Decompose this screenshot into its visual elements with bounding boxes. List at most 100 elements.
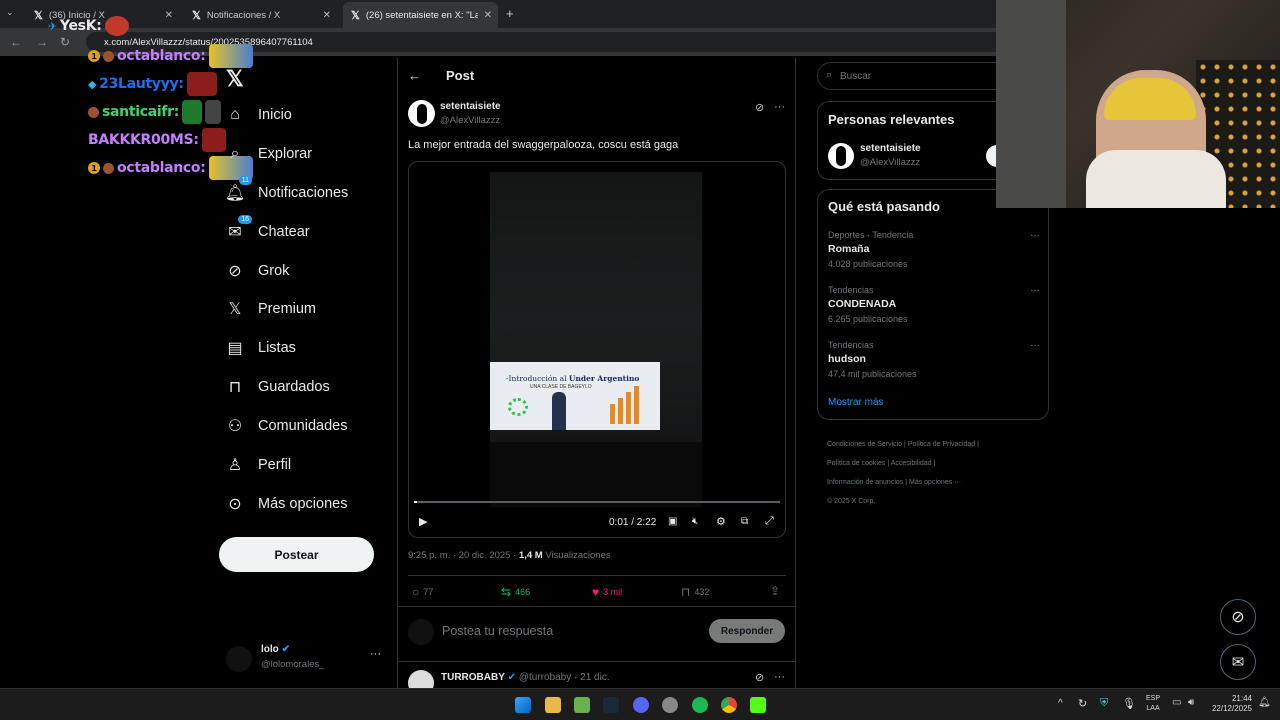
file-explorer-icon[interactable]	[545, 697, 561, 713]
reply-count: 77	[423, 587, 434, 597]
grok-icon[interactable]: ⊘	[755, 671, 764, 684]
messages-floating-button[interactable]: ✉	[1220, 644, 1256, 680]
webcam-overlay	[996, 0, 1280, 208]
person-handle[interactable]: @AlexVillazzz	[860, 157, 920, 168]
divider	[408, 575, 786, 576]
trend-category: Tendencias	[828, 285, 874, 295]
like-button[interactable]: ♥ 3 mil	[592, 585, 622, 599]
language-indicator[interactable]: ESP LAA	[1146, 694, 1160, 714]
mute-icon[interactable]: 🔇︎	[692, 516, 698, 527]
windows-start-icon[interactable]	[515, 697, 531, 713]
reply-submit-button[interactable]: Responder	[709, 619, 785, 643]
post-button[interactable]: Postear	[219, 537, 374, 572]
cube-badge-icon: ◆	[88, 77, 97, 91]
trend-item[interactable]: Deportes · Tendencia Romaña 4.028 publicac…	[828, 230, 1040, 269]
account-switcher[interactable]: lolo ✔ @lolomorales_ ···	[226, 644, 386, 680]
copyright: © 2025 X Corp.	[827, 498, 876, 505]
reply-input[interactable]: Postea tu respuesta	[442, 624, 553, 638]
nav-item-grok[interactable]: ⊘ Grok	[226, 262, 289, 280]
footer-link[interactable]: Información de anuncios	[827, 479, 903, 486]
grok-icon[interactable]: ⊘	[755, 101, 764, 114]
repost-button[interactable]: ⇆ 466	[501, 585, 530, 599]
nav-item-más-opciones[interactable]: ⊙ Más opciones	[226, 495, 347, 513]
more-dots-icon[interactable]: ···	[774, 671, 785, 683]
avatar-badge-icon	[103, 162, 114, 174]
nav-item-chatear[interactable]: ✉ 16 Chatear	[226, 215, 310, 241]
back-arrow-icon[interactable]: ←	[408, 68, 421, 83]
picture-in-picture-icon[interactable]: ⧉	[741, 516, 748, 527]
more-dots-icon[interactable]: ···	[1030, 340, 1040, 351]
nav-item-notificaciones[interactable]: 🔔︎ 11 Notificaciones	[225, 176, 349, 202]
home-icon: ⌂	[230, 106, 240, 123]
new-tab-button[interactable]: +	[506, 6, 514, 21]
volume-icon[interactable]: 🔊︎	[1188, 697, 1194, 708]
browser-tab-active[interactable]: 𝕏 (26) setentaisiete en X: "La mejo ✕	[343, 2, 498, 28]
discord-icon[interactable]	[633, 697, 649, 713]
nav-item-comunidades[interactable]: ⚇ Comunidades	[226, 417, 348, 435]
more-dots-icon[interactable]: ···	[774, 101, 785, 113]
grok-floating-button[interactable]: ⊘	[1220, 599, 1256, 635]
settings-gear-icon[interactable]: ⚙	[716, 515, 726, 528]
close-icon[interactable]: ✕	[323, 10, 331, 21]
nav-item-listas[interactable]: ▤ Listas	[226, 339, 295, 357]
car-emote-icon	[208, 44, 253, 68]
fullscreen-icon[interactable]: ⤢	[765, 515, 774, 528]
nav-item-explorar[interactable]: ⌕ Explorar	[226, 145, 312, 163]
trend-item[interactable]: Tendencias hudson 47,4 mil publicaciones ··…	[828, 340, 1040, 379]
nav-item-perfil[interactable]: ♙ Perfil	[226, 456, 291, 474]
bookmark-button[interactable]: ⊓ 432	[681, 585, 709, 599]
spotify-icon[interactable]	[692, 697, 708, 713]
nav-item-label: Notificaciones	[258, 185, 349, 201]
reply-author-name[interactable]: TURROBABY	[441, 672, 505, 683]
nav-item-guardados[interactable]: ⊓ Guardados	[226, 378, 330, 396]
avatar[interactable]	[828, 143, 854, 169]
footer-link[interactable]: Política de cookies	[827, 460, 885, 467]
reply-button[interactable]: ○ 77	[412, 585, 433, 599]
tab-list-chevron-icon[interactable]: ⌄	[6, 7, 14, 18]
back-arrow-icon[interactable]: ←	[10, 35, 22, 49]
trend-item[interactable]: Tendencias CONDENADA 6.265 publicaciones ··…	[828, 285, 1040, 324]
footer-link[interactable]: Condiciones de Servicio	[827, 441, 902, 448]
captions-icon[interactable]: ▣	[668, 516, 677, 527]
chat-message: 1 octablanco:	[88, 44, 253, 68]
author-name[interactable]: setentaisiete	[440, 101, 501, 112]
video-progress-track[interactable]	[414, 501, 780, 503]
shield-icon[interactable]: ⛨	[1100, 697, 1108, 710]
kick-icon[interactable]	[750, 697, 766, 713]
video-player[interactable]: -Introducción al Under Argentino UNA CLA…	[408, 161, 786, 538]
chevron-up-icon[interactable]: ^	[1058, 698, 1063, 709]
close-icon[interactable]: ✕	[484, 10, 492, 21]
clock[interactable]: 21:44 22/12/2025	[1206, 694, 1252, 714]
app-icon[interactable]	[574, 697, 590, 713]
x-home-logo[interactable]: 𝕏	[226, 66, 244, 92]
more-dots-icon[interactable]: ···	[1030, 285, 1040, 296]
video-progress-fill	[414, 501, 417, 503]
sync-icon[interactable]: ↻	[1078, 697, 1087, 710]
notification-bell-icon[interactable]: 🔔︎	[1258, 697, 1271, 708]
play-icon[interactable]: ▶	[419, 515, 427, 528]
reply-author-handle[interactable]: @turrobaby · 21 dic.	[519, 672, 610, 683]
user-icon: ♙	[227, 457, 243, 474]
share-button[interactable]: ⇪	[770, 584, 780, 598]
microphone-icon[interactable]: 🎙︎	[1122, 697, 1136, 710]
footer-link[interactable]: Política de Privacidad	[908, 441, 975, 448]
avatar-badge-icon	[103, 50, 114, 62]
nav-item-premium[interactable]: 𝕏 Premium	[226, 300, 316, 318]
account-name-row: lolo ✔	[261, 644, 290, 655]
footer-link[interactable]: Más opciones ···	[909, 479, 961, 486]
footer-link[interactable]: Accesibilidad	[891, 460, 932, 467]
nav-item-inicio[interactable]: ⌂ Inicio	[226, 106, 292, 124]
search-box[interactable]: ⌕ Buscar	[817, 62, 1017, 90]
more-dots-icon[interactable]: ···	[370, 648, 381, 660]
person-name[interactable]: setentaisiete	[860, 143, 921, 154]
author-avatar[interactable]	[408, 100, 435, 127]
show-more-link[interactable]: Mostrar más	[828, 397, 884, 408]
app-icon[interactable]	[662, 697, 678, 713]
steam-icon[interactable]	[603, 697, 619, 713]
chrome-icon[interactable]	[721, 697, 737, 713]
more-dots-icon[interactable]: ···	[1030, 230, 1040, 241]
author-handle[interactable]: @AlexVillazzz	[440, 115, 500, 126]
post-timestamp[interactable]: 9:25 p. m. · 20 dic. 2025 ·	[408, 550, 519, 561]
network-icon[interactable]: ▭	[1172, 697, 1181, 708]
search-icon: ⌕	[230, 145, 240, 162]
